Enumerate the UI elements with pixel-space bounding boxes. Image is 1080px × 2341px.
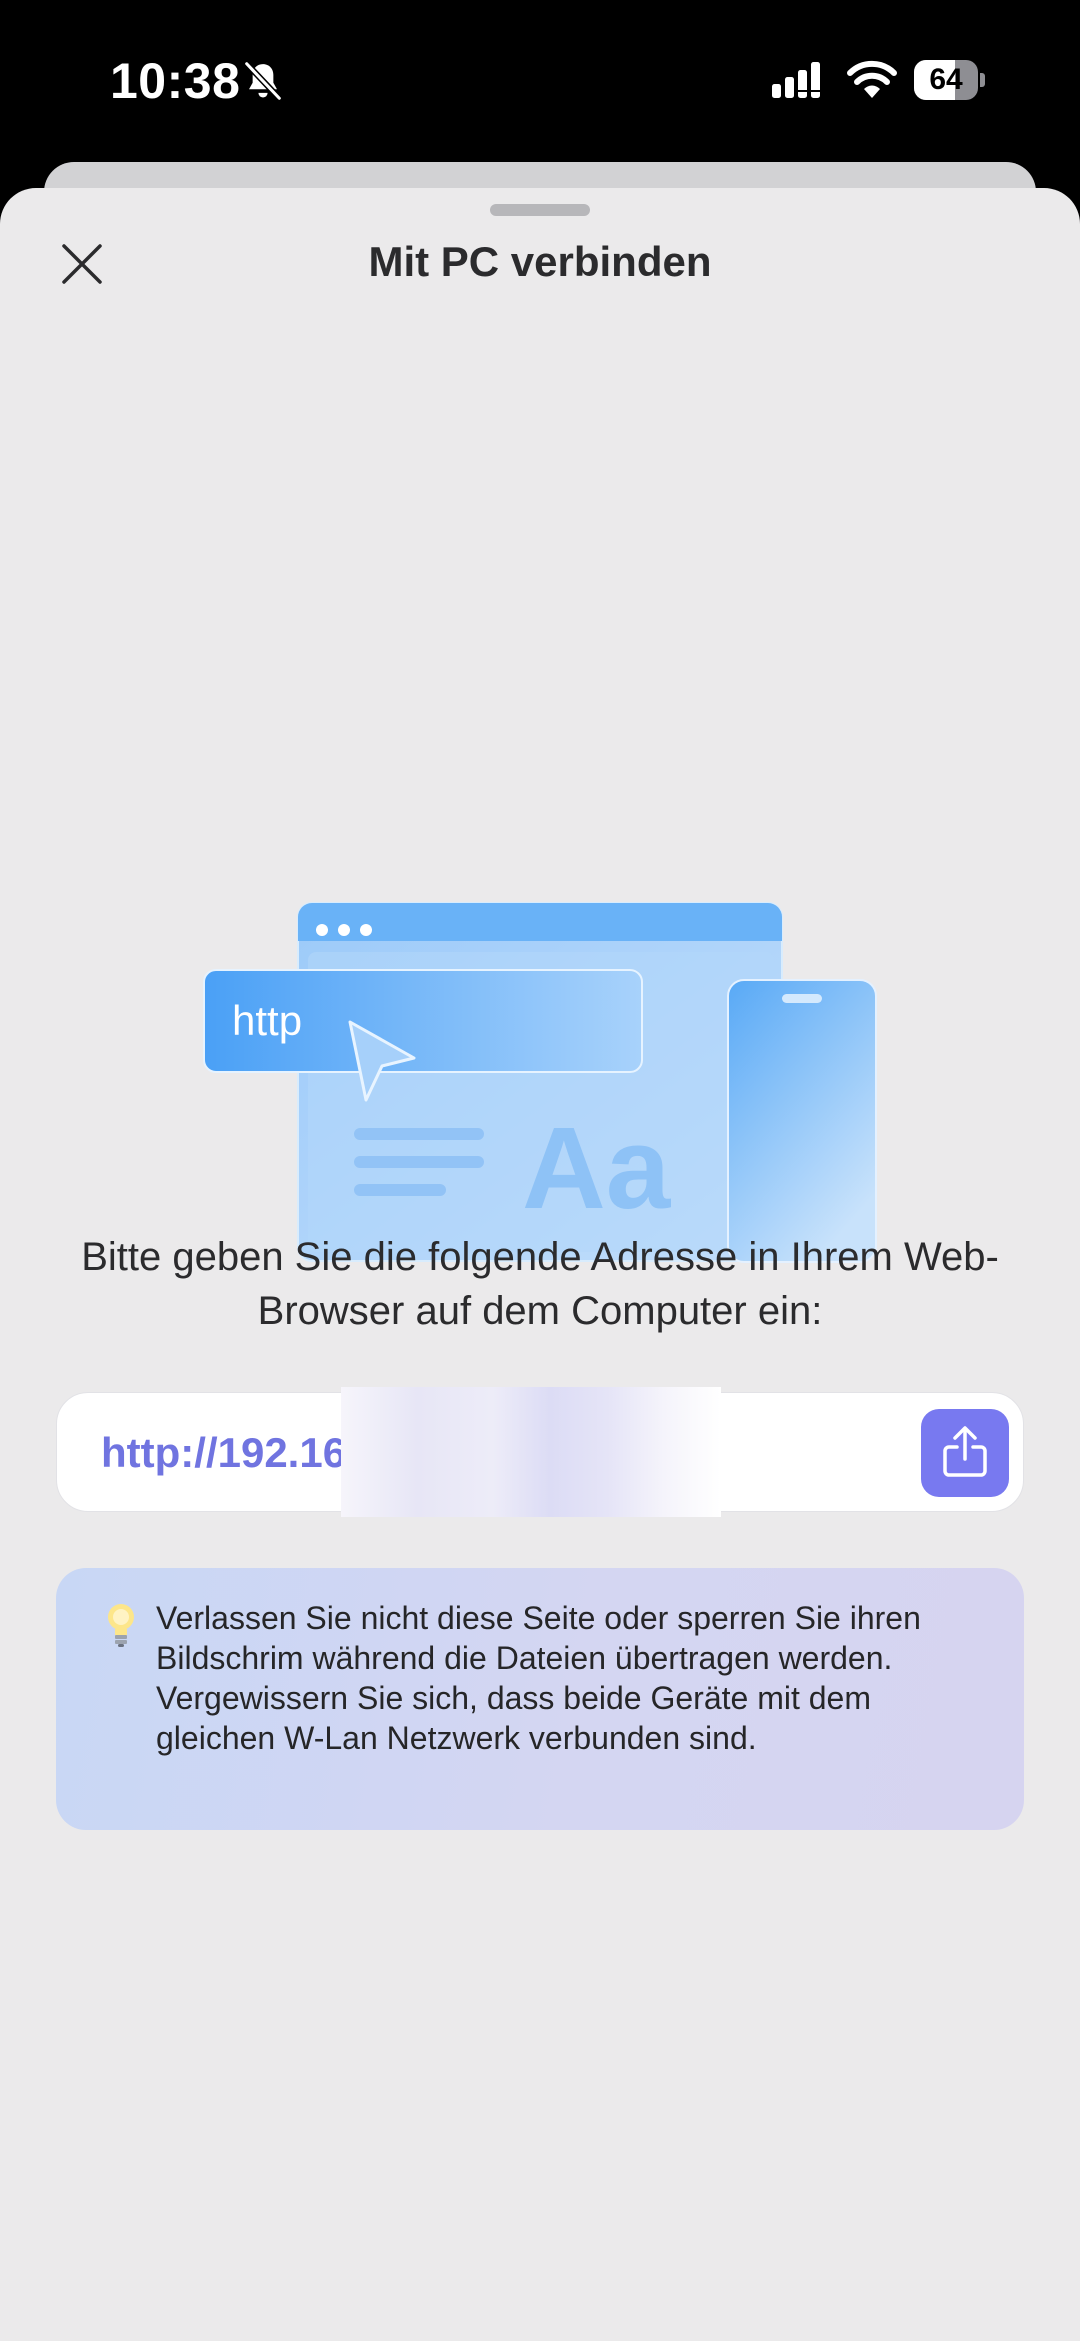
share-button[interactable] bbox=[921, 1409, 1009, 1497]
tip-line-network: Vergewissern Sie sich, dass beide Geräte… bbox=[156, 1680, 871, 1756]
pc-connection-illustration: Aa http bbox=[203, 902, 877, 1263]
battery-level: 64 bbox=[929, 63, 963, 96]
font-sample-text: Aa bbox=[522, 1103, 672, 1233]
status-time: 10:38 bbox=[110, 53, 241, 109]
bell-muted-icon bbox=[243, 60, 283, 102]
instruction-text: Bitte geben Sie die folgende Adresse in … bbox=[81, 1235, 999, 1333]
tip-box: Verlassen Sie nicht diese Seite oder spe… bbox=[56, 1568, 1024, 1830]
sheet-title: Mit PC verbinden bbox=[368, 238, 712, 285]
share-icon bbox=[943, 1426, 987, 1477]
tip-text: Verlassen Sie nicht diese Seite oder spe… bbox=[156, 1598, 996, 1758]
wifi-icon bbox=[847, 60, 897, 98]
tip-line-screen: Verlassen Sie nicht diese Seite oder spe… bbox=[156, 1600, 921, 1676]
close-icon[interactable] bbox=[54, 236, 110, 292]
phone-graphic bbox=[727, 979, 877, 1263]
battery-indicator: 64 bbox=[914, 60, 986, 100]
battery-body: 64 bbox=[914, 60, 978, 100]
cellular-signal-icon bbox=[772, 62, 820, 98]
redaction-overlay bbox=[341, 1387, 721, 1517]
connect-pc-sheet: Mit PC verbinden Aa http Bitte geben Sie… bbox=[0, 188, 1080, 2341]
http-label: http bbox=[232, 997, 302, 1044]
address-field[interactable]: http://192.16 bbox=[56, 1387, 1024, 1517]
battery-cap bbox=[980, 73, 985, 87]
light-bulb-icon bbox=[108, 1604, 134, 1647]
status-bar: 10:38 64 bbox=[0, 0, 1080, 160]
sheet-grabber[interactable] bbox=[490, 204, 590, 216]
address-value[interactable]: http://192.16 bbox=[101, 1429, 346, 1477]
